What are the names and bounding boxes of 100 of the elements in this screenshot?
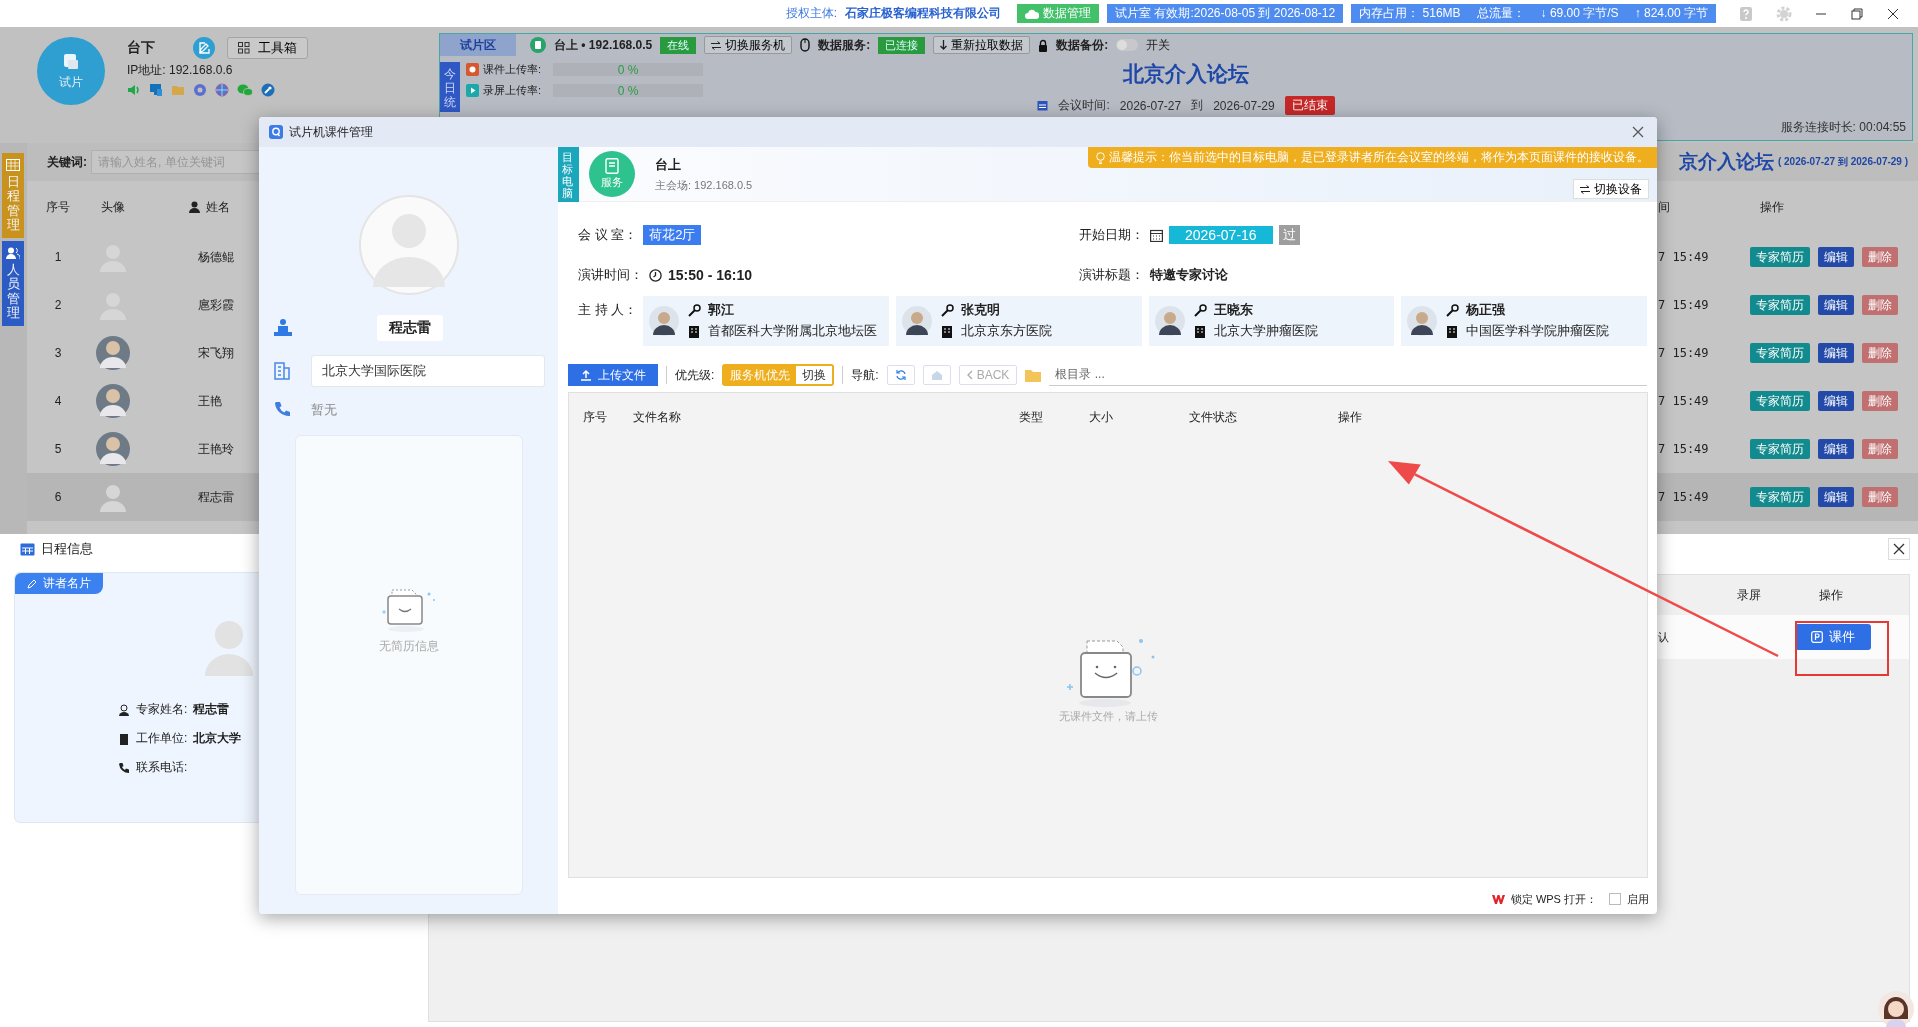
forum-dates: ( 2026-07-27 到 2026-07-29 ) [1777, 155, 1908, 169]
person-name: 王艳玲 [197, 440, 235, 458]
host-institution: 首都医科大学附属北京地坛医 [708, 323, 878, 340]
upload-rate: ↑ 824.00 字节 [1634, 5, 1708, 22]
data-service-label: 数据服务: [818, 36, 871, 54]
talk-topic: 特邀专家讨论 [1150, 266, 1228, 284]
date-status-tag: 过 [1278, 225, 1300, 245]
memory-text: 内存占用： 516MB [1359, 5, 1461, 22]
rate-label: 录屏上传率: [483, 83, 543, 98]
panel-title: 日程信息 [41, 539, 93, 558]
empty-resume-text: 无简历信息 [378, 638, 439, 655]
column-header: 文件名称 [633, 409, 682, 426]
target-tag: 目标电脑 [558, 147, 579, 202]
field-label: 专家姓名: [136, 701, 188, 718]
nav-label: 导航: [851, 366, 879, 384]
column-header: 操作 [1338, 409, 1363, 426]
time-cell-text: 7 15:49 [1658, 490, 1710, 504]
empty-files-text: 无课件文件，请上传 [1058, 709, 1158, 724]
host-name: 杨正强 [1466, 302, 1506, 319]
person-name: 程志雷 [197, 488, 235, 506]
server-address: 台上 • 192.168.0.5 [554, 36, 653, 54]
path-field: 根目录 ... [1049, 364, 1647, 386]
traffic-label: 总流量： [1476, 5, 1525, 22]
time-cell-text: 7 15:49 [1658, 442, 1710, 456]
time-cell-text: 7 15:49 [1658, 298, 1710, 312]
talk-time: 15:50 - 16:10 [668, 267, 753, 283]
column-header: 姓名 [206, 198, 230, 216]
field-value: 程志雷 [193, 701, 230, 718]
backup-label: 数据备份: [1056, 36, 1109, 54]
server-status-badge: 在线 [660, 36, 697, 54]
column-header: 类型 [1019, 409, 1044, 426]
dialog-title: 试片机课件管理 [289, 123, 373, 141]
host-name: 张克明 [960, 302, 1000, 319]
field-label: 工作单位: [136, 730, 188, 747]
hosts-label: 主 持 人： [578, 301, 638, 319]
sidebar-tab-label: 日程管理 [6, 175, 20, 233]
person-name: 王艳 [197, 392, 223, 410]
person-name: 宋飞翔 [197, 344, 235, 362]
date-tag: 2026-07-16 [1169, 226, 1273, 244]
column-header: 录屏 [1736, 586, 1762, 604]
target-name: 台上 [655, 155, 682, 174]
column-header: 操作 [1818, 586, 1844, 604]
host-institution: 中国医学科学院肿瘤医院 [1466, 323, 1610, 340]
column-header: 文件状态 [1189, 409, 1238, 426]
time-cell-text: 7 15:49 [1658, 346, 1710, 360]
meeting-start: 2026-07-27 [1119, 98, 1182, 113]
data-service-status-badge: 已连接 [878, 36, 926, 54]
meeting-end: 2026-07-29 [1213, 98, 1275, 113]
sidebar-tab-label: 人员管理 [6, 263, 20, 321]
meeting-status-badge: 已结束 [1284, 96, 1335, 115]
keyword-label: 关键词: [47, 153, 87, 171]
host-institution: 北京大学肿瘤医院 [1213, 323, 1318, 340]
time-label: 演讲时间： [578, 266, 643, 284]
field-label: 联系电话: [136, 759, 188, 776]
rate-reading: 0 % [617, 83, 639, 98]
host-institution: 北京京东方医院 [960, 323, 1052, 340]
meeting-title: 北京介入论坛 [1123, 61, 1249, 87]
station-ip: IP地址: 192.168.0.6 [127, 62, 234, 79]
column-header: 间 [1658, 198, 1671, 216]
topic-label: 演讲标题： [1079, 266, 1144, 284]
license-label: 授权主体: [785, 5, 838, 22]
forum-title: 京介入论坛 [1678, 150, 1774, 174]
row-index: 4 [53, 394, 63, 408]
license-holder: 石家庄极客编程科技有限公司 [845, 5, 1002, 22]
host-name: 郭江 [708, 302, 735, 319]
meeting-time-label: 会议时间: [1058, 97, 1110, 114]
field-value: 北京大学 [193, 730, 242, 747]
rate-reading: 0 % [617, 62, 639, 77]
person-name: 杨德鲲 [197, 248, 235, 266]
room-label: 会 议 室： [578, 226, 638, 244]
server-badge-label: 服务 [601, 175, 623, 190]
host-name: 王晓东 [1213, 302, 1253, 319]
meeting-to: 到 [1191, 97, 1204, 114]
column-header: 头像 [100, 198, 126, 216]
card-tag-label: 讲者名片 [43, 575, 91, 592]
row-index: 3 [53, 346, 63, 360]
enable-label: 启用 [1627, 891, 1649, 907]
institution-field: 北京大学国际医院 [310, 355, 545, 387]
time-cell-text: 7 15:49 [1658, 394, 1710, 408]
tip-text: 温馨提示：你当前选中的目标电脑，是已登录讲者所在会议室的终端，将作为本页面课件的接收设备。 [1109, 150, 1649, 165]
person-name: 扈彩霞 [197, 296, 235, 314]
phone-text: 暂无 [310, 401, 337, 419]
time-cell-text: 7 15:49 [1658, 250, 1710, 264]
expert-name: 程志雷 [376, 315, 443, 341]
validity-badge: 试片室 有效期:2026-08-05 到 2026-08-12 [1107, 4, 1344, 23]
download-rate: ↓ 69.00 字节/S [1540, 5, 1619, 22]
station-name: 台下 [127, 39, 155, 57]
room-tag: 荷花2厅 [643, 225, 702, 245]
column-header: 大小 [1089, 409, 1114, 426]
station-avatar-label: 试片 [59, 73, 83, 91]
priority-label: 优先级: [675, 366, 715, 384]
table-cell: 认 [1658, 629, 1669, 645]
column-header: 序号 [45, 198, 71, 216]
row-index: 5 [53, 442, 63, 456]
backup-toggle-label: 开关 [1146, 36, 1171, 54]
date-label: 开始日期： [1079, 226, 1144, 244]
row-index: 6 [53, 490, 63, 504]
column-header: 操作 [1759, 198, 1785, 216]
column-header: 序号 [583, 409, 608, 426]
uptime-text: 服务连接时长: 00:04:55 [1780, 119, 1907, 136]
